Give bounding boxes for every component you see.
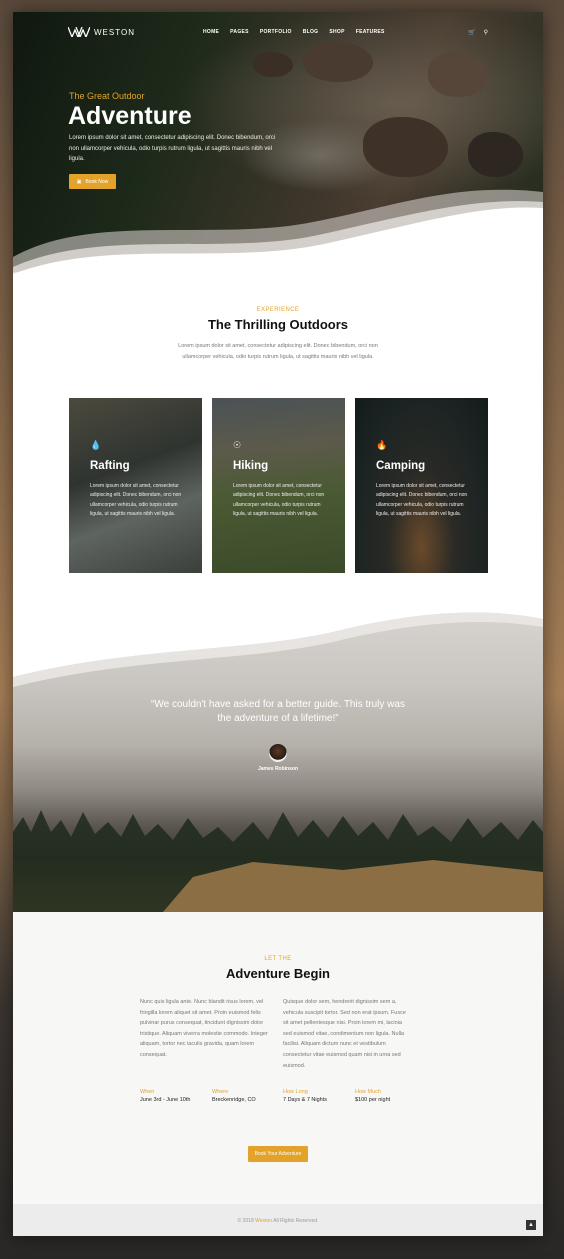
- detail-how-much: How Much $100 per night: [355, 1089, 390, 1103]
- adventure-title: Adventure Begin: [225, 966, 330, 981]
- main-menu: HOME PAGES PORTFOLIO BLOG SHOP FEATURES: [203, 29, 385, 35]
- nav-item-pages[interactable]: PAGES: [230, 29, 249, 35]
- detail-label: How Long: [283, 1089, 308, 1095]
- testimonial-wave: [13, 607, 543, 687]
- experience-title: The Thrilling Outdoors: [207, 317, 349, 332]
- card-rafting[interactable]: 💧 Rafting Lorem ipsum dolor sit amet, co…: [69, 398, 202, 573]
- logo-mark-icon: [68, 27, 90, 37]
- card-title: Rafting: [90, 460, 130, 472]
- detail-label: Where: [212, 1089, 229, 1095]
- nav-item-home[interactable]: HOME: [203, 29, 219, 35]
- brand-name: WESTON: [94, 27, 135, 37]
- testimonial-author: James Robinson: [257, 766, 298, 772]
- testimonial-quote: “We couldn't have asked for a better gui…: [151, 699, 405, 724]
- adventure-kicker: LET THE: [264, 956, 292, 962]
- adventure-col-1: Nunc quis ligula ante. Nunc blandit risu…: [140, 999, 268, 1058]
- fire-icon: 🔥: [376, 440, 388, 450]
- detail-label: How Much: [355, 1089, 381, 1095]
- footer-brand-link[interactable]: Weston: [255, 1218, 272, 1224]
- card-text: Lorem ipsum dolor sit amet, consectetur …: [233, 483, 325, 518]
- card-text: Lorem ipsum dolor sit amet, consectetur …: [376, 483, 468, 518]
- card-title: Camping: [376, 460, 426, 472]
- copyright-text: All Rights Reserved.: [273, 1218, 319, 1224]
- avatar: [269, 744, 287, 762]
- experience-text: Lorem ipsum dolor sit amet, consectetur …: [178, 343, 378, 360]
- card-title: Hiking: [233, 460, 269, 472]
- card-camping[interactable]: 🔥 Camping Lorem ipsum dolor sit amet, co…: [355, 398, 488, 573]
- detail-where: Where Breckenridge, CO: [212, 1089, 256, 1103]
- nav-item-blog[interactable]: BLOG: [303, 29, 319, 35]
- nav-item-shop[interactable]: SHOP: [329, 29, 344, 35]
- cart-icon[interactable]: 🛒: [468, 29, 475, 36]
- page: WESTON HOME PAGES PORTFOLIO BLOG SHOP FE…: [13, 12, 543, 1236]
- detail-value: Breckenridge, CO: [212, 1097, 256, 1103]
- book-your-adventure-label: Book Your Adventure: [254, 1151, 302, 1157]
- water-drop-icon: 💧: [90, 440, 102, 450]
- book-now-label: Book Now: [85, 178, 109, 185]
- compass-icon: ☉: [233, 440, 242, 450]
- detail-label: When: [140, 1089, 155, 1095]
- footer-copyright: © 2018 Weston All Rights Reserved.: [13, 1218, 543, 1224]
- book-now-button[interactable]: ▣ Book Now: [69, 174, 116, 189]
- experience-kicker: EXPERIENCE: [256, 307, 300, 313]
- hero-text: Lorem ipsum dolor sit amet, consectetur …: [69, 135, 276, 162]
- hero-title: Adventure: [68, 102, 192, 130]
- detail-value: June 3rd - June 10th: [140, 1097, 191, 1103]
- card-hiking[interactable]: ☉ Hiking Lorem ipsum dolor sit amet, con…: [212, 398, 345, 573]
- brand-logo[interactable]: WESTON: [68, 27, 135, 37]
- card-text: Lorem ipsum dolor sit amet, consectetur …: [90, 483, 182, 518]
- detail-when: When June 3rd - June 10th: [140, 1089, 190, 1103]
- nav-icons: 🛒 ⚲: [468, 29, 488, 36]
- back-to-top-icon[interactable]: ▲: [526, 1220, 536, 1230]
- top-nav: WESTON HOME PAGES PORTFOLIO BLOG SHOP FE…: [68, 22, 488, 42]
- search-icon[interactable]: ⚲: [484, 29, 488, 36]
- copyright-year: © 2018: [237, 1218, 254, 1224]
- hero-section: WESTON HOME PAGES PORTFOLIO BLOG SHOP FE…: [13, 12, 543, 282]
- calendar-icon: ▣: [76, 178, 82, 185]
- nav-item-portfolio[interactable]: PORTFOLIO: [260, 29, 292, 35]
- nav-item-features[interactable]: FEATURES: [356, 29, 385, 35]
- book-your-adventure-button[interactable]: Book Your Adventure: [248, 1146, 308, 1162]
- adventure-col-2: Quisque dolor sem, hendrerit dignissim s…: [283, 999, 406, 1069]
- detail-value: $100 per night: [355, 1097, 391, 1103]
- detail-how-long: How Long 7 Days & 7 Nights: [283, 1089, 327, 1103]
- hero-kicker: The Great Outdoor: [69, 91, 145, 101]
- detail-value: 7 Days & 7 Nights: [283, 1097, 328, 1103]
- forest-treeline: [13, 810, 543, 912]
